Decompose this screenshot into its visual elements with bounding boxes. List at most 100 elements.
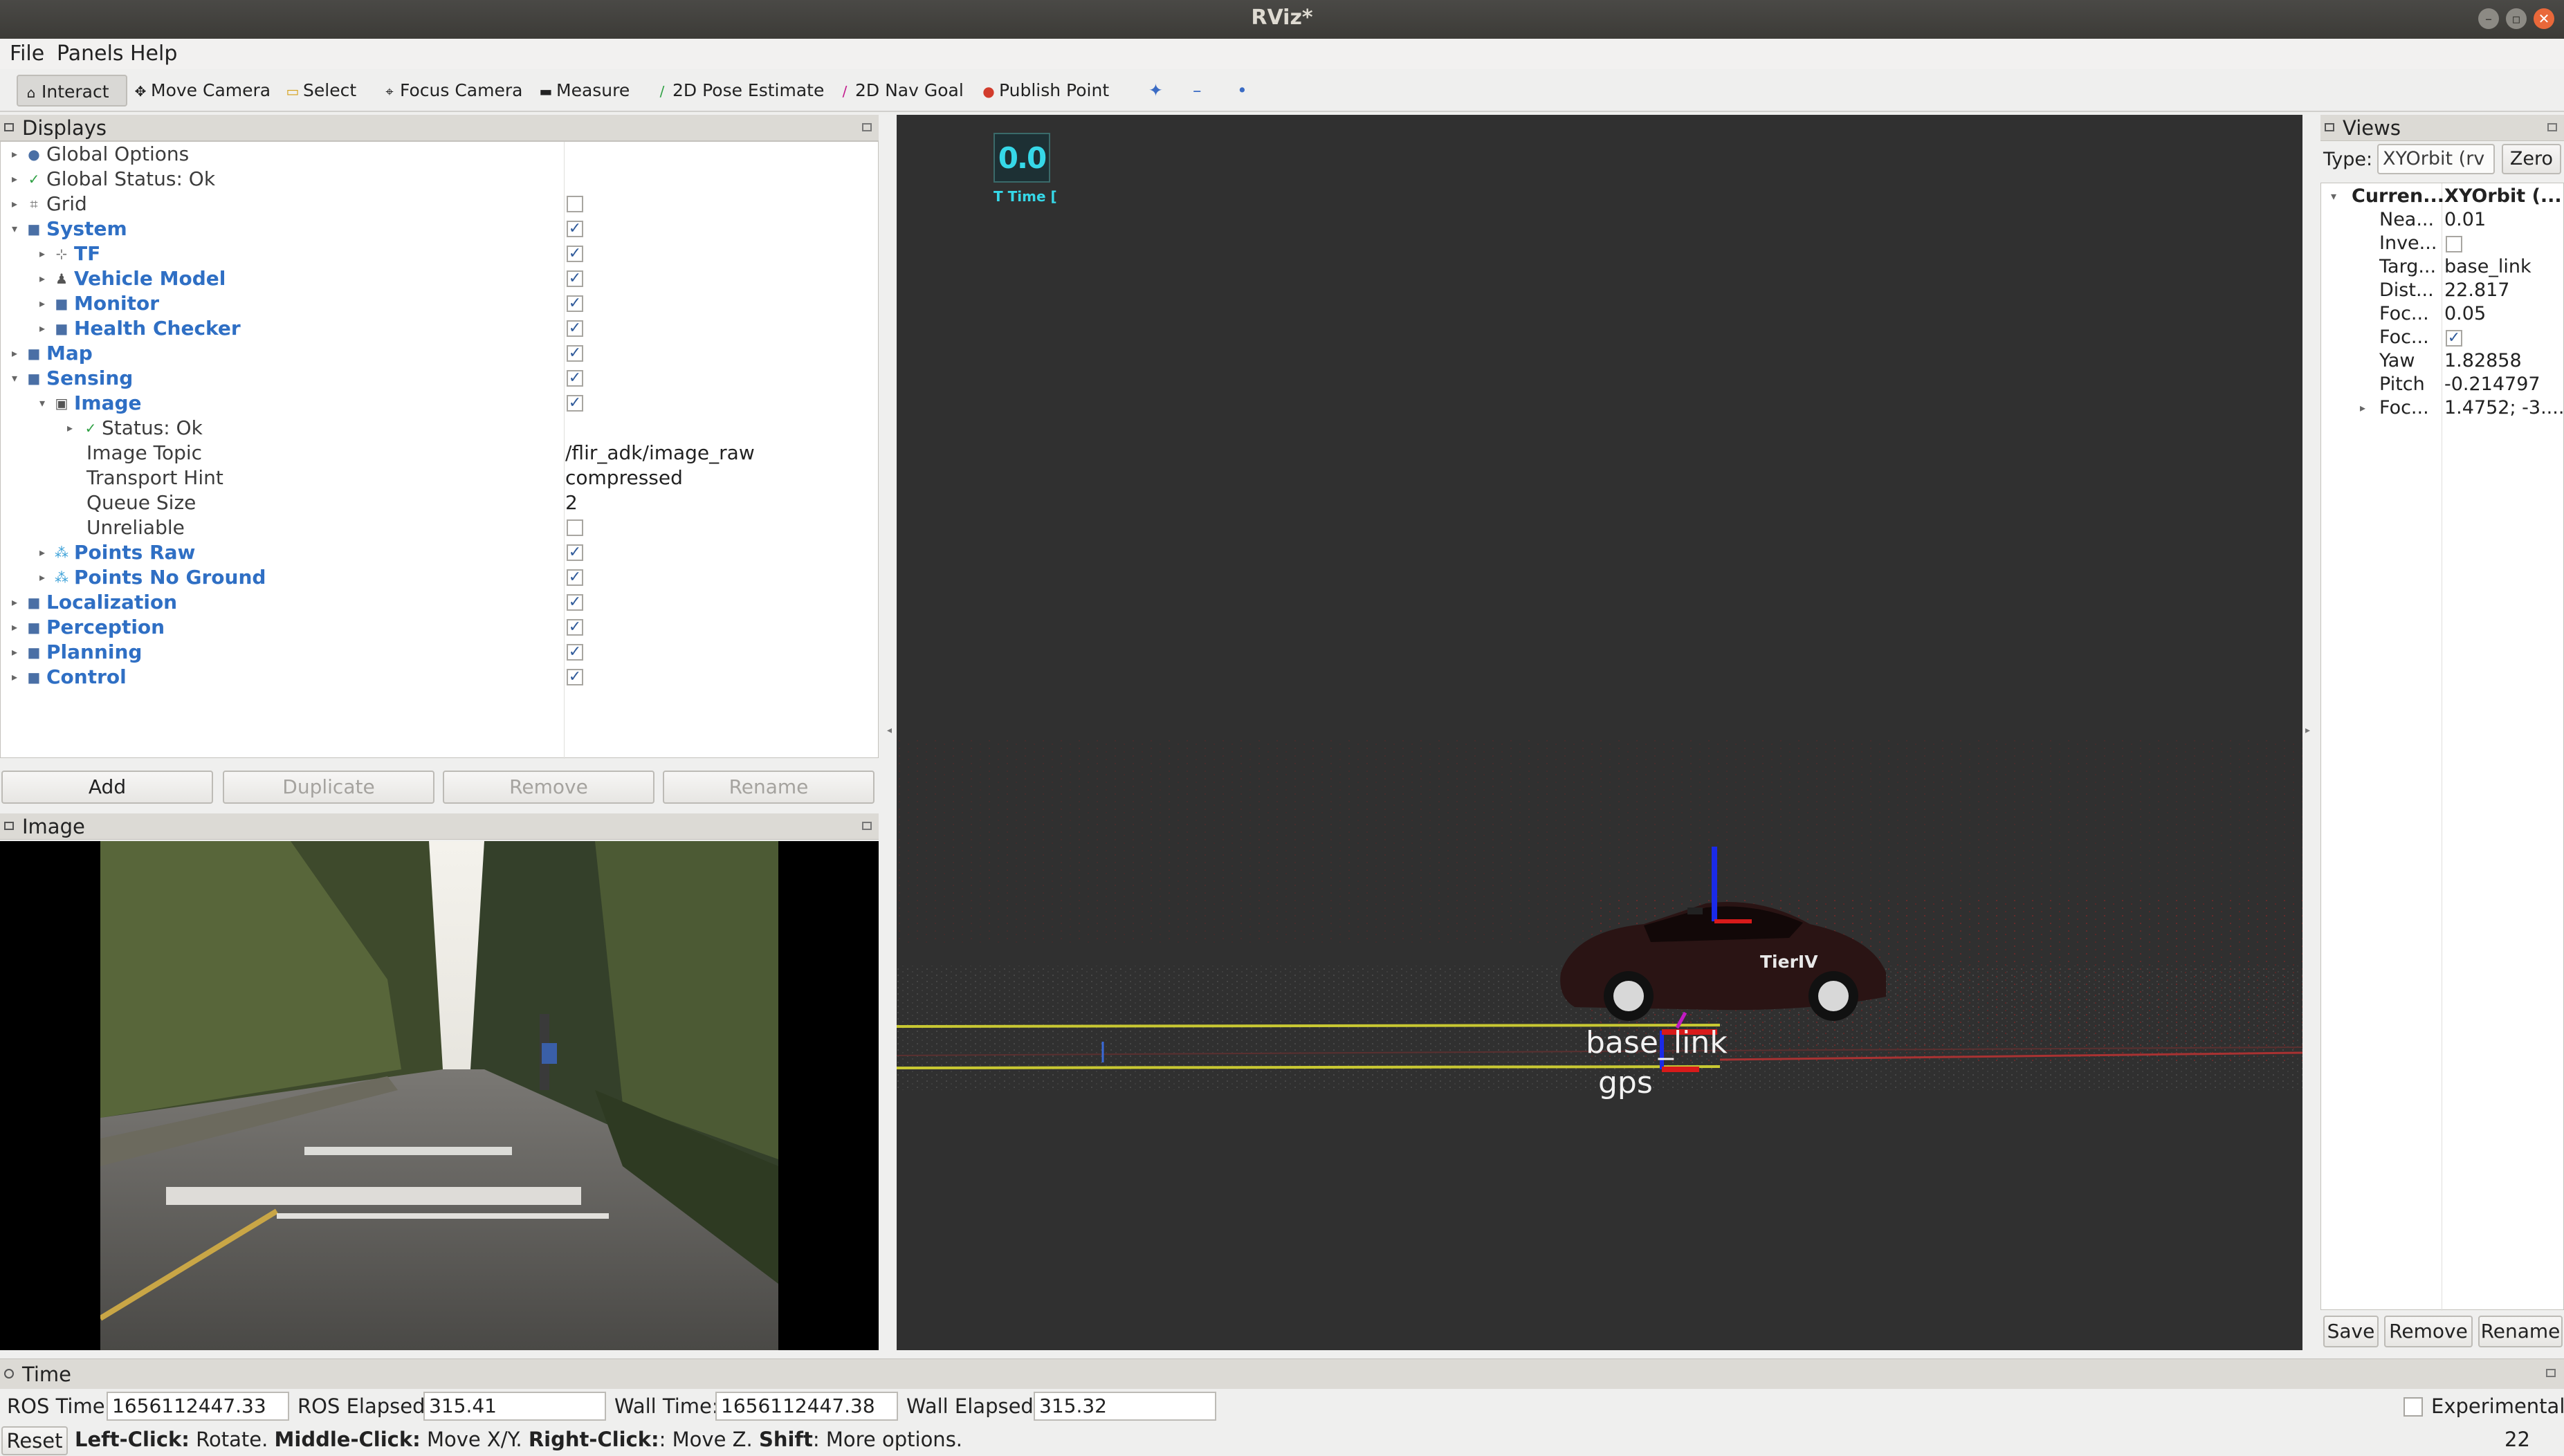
experimental-checkbox[interactable] bbox=[2403, 1397, 2423, 1417]
tree-row-system[interactable]: ▾ ■ System ✓ bbox=[1, 216, 878, 241]
target-frame-value[interactable]: base_link bbox=[2444, 255, 2531, 279]
transport-hint-value[interactable]: compressed bbox=[565, 466, 683, 490]
tool-properties-button[interactable]: • bbox=[1231, 75, 1247, 107]
remove-tool-button[interactable]: – bbox=[1187, 75, 1202, 107]
3d-viewport[interactable]: 0.0 T Time [ TierIV base_link gps bbox=[897, 115, 2302, 1350]
tree-row-global-status[interactable]: ▸ ✓ Global Status: Ok bbox=[1, 167, 878, 192]
duplicate-display-button[interactable]: Duplicate bbox=[223, 771, 434, 804]
perception-checkbox[interactable]: ✓ bbox=[567, 619, 583, 636]
focus-camera-tool[interactable]: ⌖ Focus Camera bbox=[376, 75, 522, 107]
expand-arrow-icon[interactable]: ▸ bbox=[35, 565, 49, 590]
queue-size-value[interactable]: 2 bbox=[565, 490, 578, 515]
rename-view-button[interactable]: Rename bbox=[2478, 1316, 2563, 1347]
expand-arrow-icon[interactable]: ▸ bbox=[8, 615, 21, 640]
tree-row-transport-hint[interactable]: Transport Hint compressed bbox=[1, 466, 878, 490]
tree-row-image-status[interactable]: ▸ ✓ Status: Ok bbox=[1, 416, 878, 441]
menu-file[interactable]: File bbox=[10, 42, 44, 66]
image-topic-value[interactable]: /flir_adk/image_raw bbox=[565, 441, 755, 466]
focal-point-value[interactable]: 1.4752; -3.... bbox=[2444, 396, 2563, 420]
remove-view-button[interactable]: Remove bbox=[2384, 1316, 2473, 1347]
view-type-select[interactable]: XYOrbit (rv bbox=[2377, 144, 2495, 174]
health-checker-checkbox[interactable]: ✓ bbox=[567, 320, 583, 337]
unreliable-checkbox[interactable] bbox=[567, 519, 583, 536]
tree-row-unreliable[interactable]: Unreliable bbox=[1, 515, 878, 540]
expand-arrow-icon[interactable]: ▸ bbox=[35, 266, 49, 291]
tree-row-health-checker[interactable]: ▸ ■ Health Checker ✓ bbox=[1, 316, 878, 341]
near-clip-value[interactable]: 0.01 bbox=[2444, 208, 2486, 232]
pose-estimate-tool[interactable]: /2D Pose Estimate bbox=[649, 75, 825, 107]
expand-arrow-icon[interactable]: ▸ bbox=[8, 167, 21, 192]
menu-help[interactable]: Help bbox=[130, 42, 177, 66]
left-splitter-handle[interactable]: ◂ bbox=[887, 725, 892, 736]
monitor-checkbox[interactable]: ✓ bbox=[567, 295, 583, 312]
wall-elapsed-field[interactable]: 315.32 bbox=[1034, 1392, 1216, 1421]
tree-row-image[interactable]: ▾ ▣ Image ✓ bbox=[1, 391, 878, 416]
tf-checkbox[interactable]: ✓ bbox=[567, 246, 583, 262]
undock-icon[interactable] bbox=[862, 822, 872, 830]
expand-arrow-icon[interactable]: ▸ bbox=[35, 291, 49, 316]
right-splitter-handle[interactable]: ▸ bbox=[2305, 725, 2310, 736]
collapse-arrow-icon[interactable]: ▾ bbox=[2331, 185, 2336, 208]
focal-shape-fixed-checkbox[interactable]: ✓ bbox=[2446, 330, 2462, 347]
nav-goal-tool[interactable]: /2D Nav Goal bbox=[832, 75, 964, 107]
zero-button[interactable]: Zero bbox=[2502, 144, 2561, 174]
tree-row-global-options[interactable]: ▸ ● Global Options bbox=[1, 142, 878, 167]
expand-arrow-icon[interactable]: ▸ bbox=[8, 142, 21, 167]
undock-icon[interactable] bbox=[862, 123, 872, 131]
tree-row-control[interactable]: ▸ ■ Control ✓ bbox=[1, 665, 878, 690]
tree-row-queue-size[interactable]: Queue Size 2 bbox=[1, 490, 878, 515]
vehicle-model-checkbox[interactable]: ✓ bbox=[567, 270, 583, 287]
distance-value[interactable]: 22.817 bbox=[2444, 279, 2509, 302]
grid-checkbox[interactable] bbox=[567, 196, 583, 212]
tree-row-monitor[interactable]: ▸ ■ Monitor ✓ bbox=[1, 291, 878, 316]
sensing-checkbox[interactable]: ✓ bbox=[567, 370, 583, 387]
tree-row-localization[interactable]: ▸ ■ Localization ✓ bbox=[1, 590, 878, 615]
tree-row-sensing[interactable]: ▾ ■ Sensing ✓ bbox=[1, 366, 878, 391]
interact-tool[interactable]: ⌂ Interact bbox=[17, 75, 127, 107]
expand-arrow-icon[interactable]: ▸ bbox=[35, 316, 49, 341]
tree-row-perception[interactable]: ▸ ■ Perception ✓ bbox=[1, 615, 878, 640]
undock-icon[interactable] bbox=[2547, 123, 2557, 131]
expand-arrow-icon[interactable]: ▸ bbox=[8, 192, 21, 216]
control-checkbox[interactable]: ✓ bbox=[567, 669, 583, 685]
yaw-value[interactable]: 1.82858 bbox=[2444, 349, 2522, 373]
tree-row-tf[interactable]: ▸ ⊹ TF ✓ bbox=[1, 241, 878, 266]
ros-time-field[interactable]: 1656112447.33 bbox=[107, 1392, 289, 1421]
planning-checkbox[interactable]: ✓ bbox=[567, 644, 583, 661]
expand-arrow-icon[interactable]: ▸ bbox=[2360, 396, 2365, 420]
invert-z-checkbox[interactable] bbox=[2446, 236, 2462, 252]
close-button[interactable]: ✕ bbox=[2534, 8, 2554, 29]
expand-arrow-icon[interactable]: ▸ bbox=[8, 640, 21, 665]
tree-row-points-no-ground[interactable]: ▸ ⁂ Points No Ground ✓ bbox=[1, 565, 878, 590]
expand-arrow-icon[interactable]: ▸ bbox=[8, 341, 21, 366]
image-checkbox[interactable]: ✓ bbox=[567, 395, 583, 412]
system-checkbox[interactable]: ✓ bbox=[567, 221, 583, 237]
pitch-value[interactable]: -0.214797 bbox=[2444, 373, 2540, 396]
add-display-button[interactable]: Add bbox=[1, 771, 213, 804]
select-tool[interactable]: ▭ Select bbox=[280, 75, 357, 107]
tree-row-grid[interactable]: ▸ ⌗ Grid bbox=[1, 192, 878, 216]
tree-row-planning[interactable]: ▸ ■ Planning ✓ bbox=[1, 640, 878, 665]
expand-arrow-icon[interactable]: ▸ bbox=[35, 241, 49, 266]
collapse-arrow-icon[interactable]: ▾ bbox=[8, 366, 21, 391]
localization-checkbox[interactable]: ✓ bbox=[567, 594, 583, 611]
reset-button[interactable]: Reset bbox=[1, 1426, 68, 1455]
publish-point-tool[interactable]: ● Publish Point bbox=[976, 75, 1109, 107]
expand-arrow-icon[interactable]: ▸ bbox=[8, 590, 21, 615]
save-view-button[interactable]: Save bbox=[2323, 1316, 2379, 1347]
focal-shape-size-value[interactable]: 0.05 bbox=[2444, 302, 2486, 326]
rename-display-button[interactable]: Rename bbox=[663, 771, 874, 804]
tree-row-map[interactable]: ▸ ■ Map ✓ bbox=[1, 341, 878, 366]
points-raw-checkbox[interactable]: ✓ bbox=[567, 544, 583, 561]
minimize-button[interactable]: – bbox=[2478, 8, 2499, 29]
tree-row-image-topic[interactable]: Image Topic/flir_adk/image_raw bbox=[1, 441, 878, 466]
wall-time-field[interactable]: 1656112447.38 bbox=[715, 1392, 898, 1421]
collapse-arrow-icon[interactable]: ▾ bbox=[35, 391, 49, 416]
collapse-arrow-icon[interactable]: ▾ bbox=[8, 216, 21, 241]
expand-arrow-icon[interactable]: ▸ bbox=[35, 540, 49, 565]
undock-icon[interactable] bbox=[2546, 1369, 2556, 1377]
remove-display-button[interactable]: Remove bbox=[443, 771, 654, 804]
add-tool-button[interactable]: ✦ bbox=[1143, 75, 1163, 107]
tree-row-points-raw[interactable]: ▸ ⁂ Points Raw ✓ bbox=[1, 540, 878, 565]
maximize-button[interactable]: ▫ bbox=[2506, 8, 2527, 29]
